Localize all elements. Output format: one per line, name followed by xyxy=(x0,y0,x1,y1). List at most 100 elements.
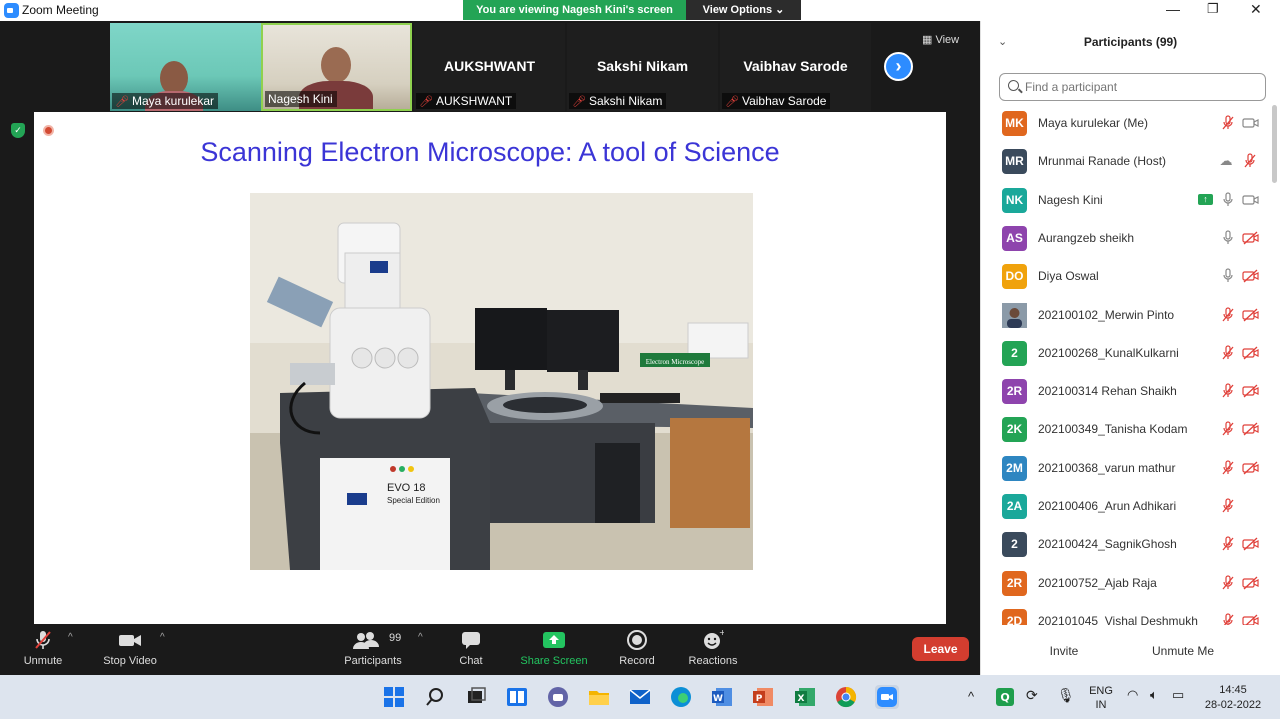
powerpoint-icon[interactable]: P xyxy=(751,685,775,709)
video-on-icon[interactable] xyxy=(1242,115,1259,131)
show-hidden-icons-chevron-icon[interactable]: ^ xyxy=(968,689,974,704)
battery-icon[interactable]: ▭ xyxy=(1172,687,1184,703)
video-off-icon[interactable] xyxy=(1242,460,1259,476)
participant-row[interactable]: MK Maya kurulekar (Me) xyxy=(981,104,1271,142)
leave-button[interactable]: Leave xyxy=(912,637,969,661)
avatar: DO xyxy=(1002,264,1027,290)
participant-row[interactable]: MR Mrunmai Ranade (Host) ☁ xyxy=(981,142,1271,180)
participant-row[interactable]: NK Nagesh Kini ↑ xyxy=(981,181,1271,219)
edge-browser-icon[interactable] xyxy=(669,685,693,709)
participants-panel: ⌄ Participants (99) MKMaya kurulekar (Me… xyxy=(980,21,1280,675)
gallery-next-arrow-icon[interactable]: › xyxy=(884,52,913,81)
mic-muted-icon[interactable] xyxy=(1242,153,1258,169)
volume-icon[interactable]: 🔈︎ xyxy=(1150,687,1158,703)
participant-row[interactable]: 202100102_Merwin Pinto xyxy=(981,296,1271,334)
mic-muted-icon[interactable] xyxy=(1220,115,1236,131)
teams-chat-icon[interactable] xyxy=(546,685,570,709)
chrome-icon[interactable] xyxy=(834,685,858,709)
participant-list: MK Maya kurulekar (Me) MR Mrunmai Ranade (H… xyxy=(981,104,1271,625)
participant-face xyxy=(160,61,188,95)
video-off-icon[interactable] xyxy=(1242,575,1259,591)
clock[interactable]: 14:45 28-02-2022 xyxy=(1199,683,1267,713)
participant-search-input[interactable] xyxy=(1025,78,1255,96)
file-explorer-icon[interactable] xyxy=(587,685,611,709)
video-off-icon[interactable] xyxy=(1242,307,1259,323)
mic-muted-icon[interactable] xyxy=(1220,383,1236,399)
mic-muted-icon[interactable] xyxy=(1220,306,1236,323)
mic-muted-icon[interactable] xyxy=(1220,421,1236,437)
taskbar-search-icon[interactable] xyxy=(423,685,447,709)
share-screen-button[interactable]: Share Screen xyxy=(520,629,588,667)
video-off-icon[interactable] xyxy=(1242,421,1259,437)
stop-video-button[interactable]: Stop Video xyxy=(100,629,160,667)
excel-icon[interactable]: X xyxy=(793,685,817,709)
participant-row[interactable]: DO Diya Oswal xyxy=(981,257,1271,295)
avatar: 2R xyxy=(1002,570,1027,596)
video-tile-maya[interactable]: 🎤︎ Maya kurulekar xyxy=(110,23,261,111)
widgets-icon[interactable] xyxy=(505,685,529,709)
mic-muted-icon xyxy=(20,629,66,651)
invite-button[interactable]: Invite xyxy=(1041,640,1087,662)
mic-muted-icon[interactable] xyxy=(1220,345,1236,361)
video-off-icon[interactable] xyxy=(1242,536,1259,552)
participant-row[interactable]: 2M 202100368_varun mathur xyxy=(981,449,1271,487)
participant-name: 202100752_Ajab Raja xyxy=(1038,575,1157,590)
participant-row[interactable]: 2R 202100314 Rehan Shaikh xyxy=(981,372,1271,410)
unmute-me-button[interactable]: Unmute Me xyxy=(1144,640,1222,662)
zoom-taskbar-icon[interactable] xyxy=(875,685,899,709)
mic-on-icon[interactable] xyxy=(1220,230,1236,246)
participant-row[interactable]: 2 202100268_KunalKulkarni xyxy=(981,334,1271,372)
sync-icon[interactable]: ⟳ xyxy=(1026,687,1038,704)
close-icon[interactable]: ✕ xyxy=(1250,1,1262,18)
video-tile-sakshi[interactable]: Sakshi Nikam 🎤︎ Sakshi Nikam xyxy=(567,23,718,111)
unmute-button[interactable]: Unmute xyxy=(20,629,66,667)
encryption-shield-icon[interactable]: ✓ xyxy=(11,123,25,138)
participants-options-caret-icon[interactable]: ^ xyxy=(418,632,423,643)
reactions-button[interactable]: + Reactions xyxy=(686,628,740,667)
video-off-icon[interactable] xyxy=(1242,345,1259,361)
video-off-icon[interactable] xyxy=(1242,230,1259,246)
participant-list-scrollbar[interactable] xyxy=(1271,105,1277,625)
task-view-icon[interactable] xyxy=(464,685,488,709)
record-button[interactable]: Record xyxy=(617,629,657,667)
wifi-icon[interactable]: ◠ xyxy=(1127,687,1138,703)
mic-muted-icon[interactable] xyxy=(1220,460,1236,476)
mic-on-icon[interactable] xyxy=(1220,268,1236,284)
participant-row[interactable]: 2K 202100349_Tanisha Kodam xyxy=(981,410,1271,448)
mic-muted-icon: 🎤︎ xyxy=(115,96,129,108)
tile-name-tag: 🎤︎ Maya kurulekar xyxy=(112,93,218,109)
audio-options-caret-icon[interactable]: ^ xyxy=(68,632,73,643)
video-tile-nagesh[interactable]: Nagesh Kini xyxy=(261,23,412,111)
video-off-icon[interactable] xyxy=(1242,383,1259,399)
video-off-icon[interactable] xyxy=(1242,268,1259,284)
mic-muted-icon[interactable] xyxy=(1220,536,1236,552)
mail-icon[interactable] xyxy=(628,685,652,709)
participant-row[interactable]: 2R 202100752_Ajab Raja xyxy=(981,564,1271,602)
minimize-icon[interactable]: — xyxy=(1166,1,1180,17)
restore-icon[interactable]: ❐ xyxy=(1207,1,1219,17)
participant-search[interactable] xyxy=(999,73,1266,101)
start-windows-icon[interactable] xyxy=(382,685,406,709)
avatar: MR xyxy=(1002,149,1027,175)
participant-row[interactable]: AS Aurangzeb sheikh xyxy=(981,219,1271,257)
language-indicator[interactable]: ENG IN xyxy=(1086,684,1116,712)
microphone-tray-icon[interactable]: 🎙︎ xyxy=(1057,687,1075,704)
quick-heal-icon[interactable]: Q xyxy=(995,687,1015,707)
mic-muted-icon[interactable] xyxy=(1220,498,1236,514)
video-on-icon[interactable] xyxy=(1242,192,1259,208)
mic-muted-icon[interactable] xyxy=(1220,613,1236,625)
view-options-button[interactable]: View Options ⌄ xyxy=(686,0,801,20)
video-off-icon[interactable] xyxy=(1242,613,1259,625)
mic-muted-icon[interactable] xyxy=(1220,574,1236,591)
scrollbar-thumb[interactable] xyxy=(1272,105,1277,183)
mic-on-icon[interactable] xyxy=(1220,191,1236,208)
video-tile-vaibhav[interactable]: Vaibhav Sarode 🎤︎ Vaibhav Sarode xyxy=(720,23,871,111)
video-tile-aukshwant[interactable]: AUKSHWANT 🎤︎ AUKSHWANT xyxy=(414,23,565,111)
participant-row[interactable]: 2D 202101045_Vishal Deshmukh xyxy=(981,602,1271,625)
participant-row[interactable]: 2 202100424_SagnikGhosh xyxy=(981,525,1271,563)
view-layout-button[interactable]: ▦ View xyxy=(922,30,972,50)
participant-row[interactable]: 2A 202100406_Arun Adhikari xyxy=(981,487,1271,525)
word-icon[interactable]: W xyxy=(710,685,734,709)
chat-button[interactable]: Chat xyxy=(455,629,487,667)
video-options-caret-icon[interactable]: ^ xyxy=(160,632,165,643)
